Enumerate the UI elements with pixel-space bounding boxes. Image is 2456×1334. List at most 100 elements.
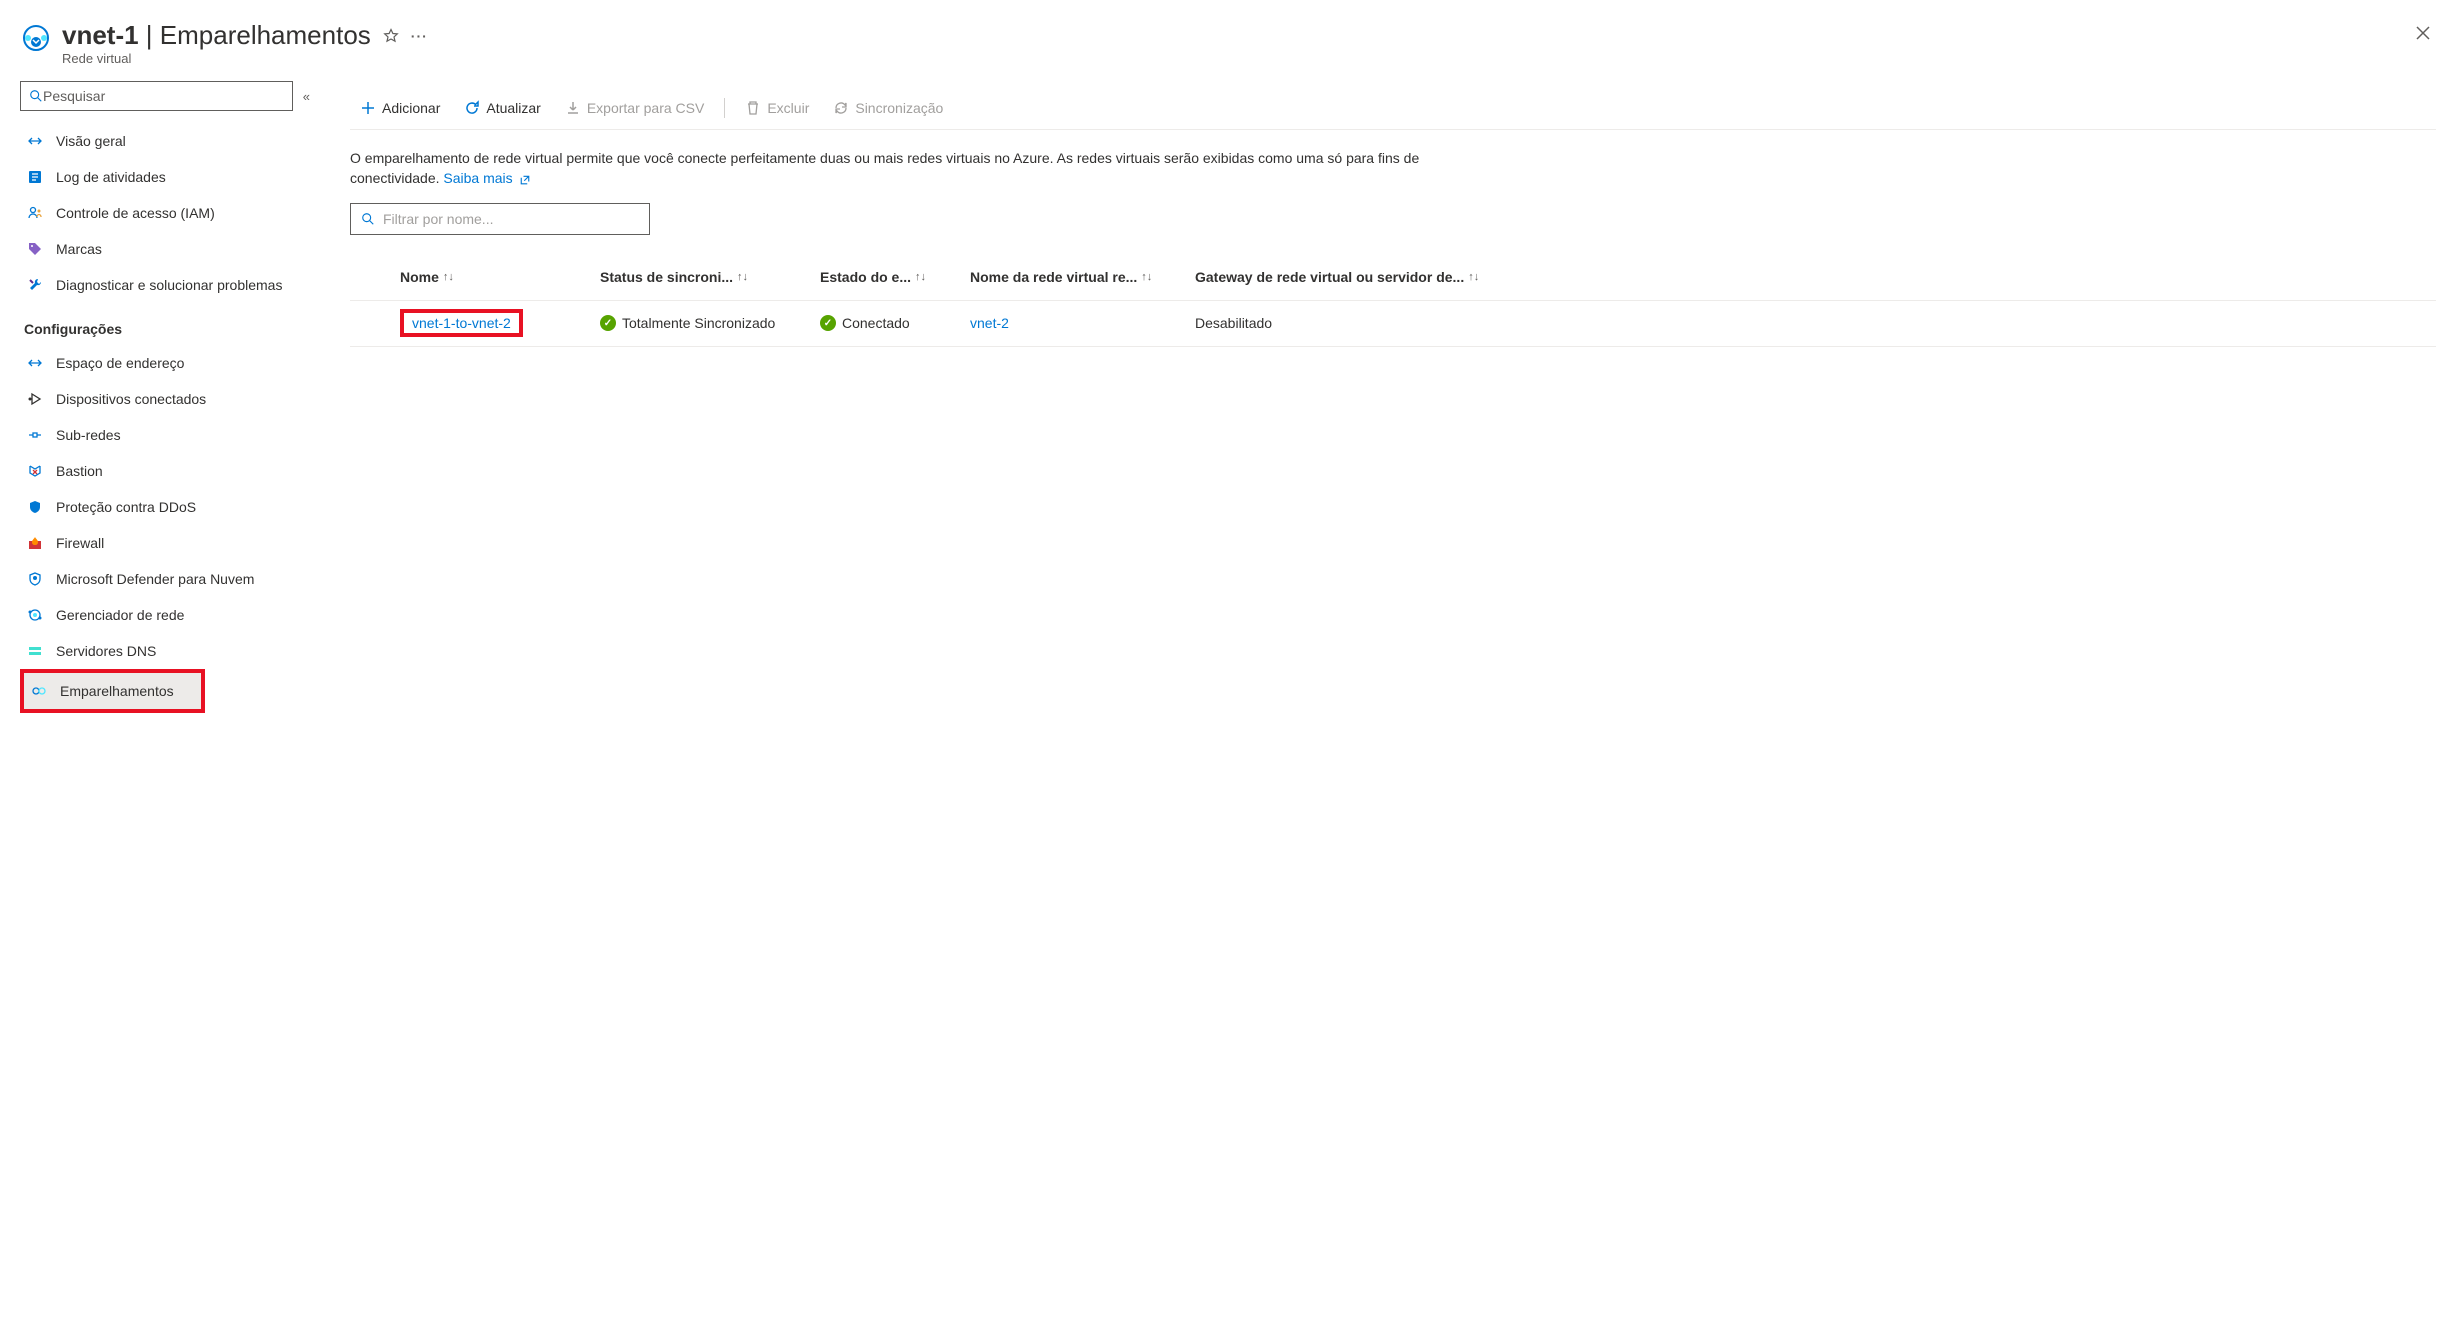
filter-box[interactable] (350, 203, 650, 235)
sort-icon: ↑↓ (1468, 271, 1479, 283)
more-icon[interactable]: ··· (411, 28, 428, 44)
peerings-table: Nome↑↓ Status de sincroni...↑↓ Estado do… (350, 255, 2436, 347)
vnet-icon (26, 132, 44, 150)
sidebar-item-log[interactable]: Log de atividades (20, 159, 310, 195)
page-title: vnet-1 | Emparelhamentos ··· (62, 20, 2410, 51)
download-icon (565, 100, 581, 116)
sidebar-item-label: Sub-redes (56, 427, 121, 443)
sidebar: « Visão geral Log de atividades Controle d… (20, 81, 320, 1334)
sync-label: Sincronização (855, 100, 943, 116)
sidebar-item-bastion[interactable]: Bastion (20, 453, 310, 489)
sidebar-item-label: Dispositivos conectados (56, 391, 206, 407)
trash-icon (745, 100, 761, 116)
refresh-button[interactable]: Atualizar (454, 91, 550, 125)
sort-icon: ↑↓ (443, 271, 454, 283)
learn-more-link[interactable]: Saiba mais (443, 170, 530, 186)
plus-icon (360, 100, 376, 116)
sidebar-item-shield[interactable]: Proteção contra DDoS (20, 489, 310, 525)
defender-icon (26, 570, 44, 588)
sidebar-item-vnet[interactable]: Visão geral (20, 123, 310, 159)
sidebar-item-network-mgr[interactable]: Gerenciador de rede (20, 597, 310, 633)
sync-icon (833, 100, 849, 116)
sidebar-item-label: Visão geral (56, 133, 126, 149)
dns-icon (26, 642, 44, 660)
close-button[interactable] (2410, 20, 2436, 46)
sidebar-item-peerings[interactable]: Emparelhamentos (24, 673, 201, 709)
search-icon (29, 89, 43, 103)
peering-name-link[interactable]: vnet-1-to-vnet-2 (412, 315, 511, 331)
sidebar-section-settings: Configurações (24, 321, 310, 337)
column-name[interactable]: Nome↑↓ (400, 269, 600, 285)
sidebar-item-iam[interactable]: Controle de acesso (IAM) (20, 195, 310, 231)
table-row[interactable]: vnet-1-to-vnet-2 ✓Totalmente Sincronizado… (350, 301, 2436, 347)
devices-icon (26, 390, 44, 408)
sidebar-item-label: Firewall (56, 535, 104, 551)
check-circle-icon: ✓ (600, 315, 616, 331)
sidebar-item-wrench[interactable]: Diagnosticar e solucionar problemas (20, 267, 310, 303)
column-sync-status[interactable]: Status de sincroni...↑↓ (600, 269, 820, 285)
sidebar-item-firewall[interactable]: Firewall (20, 525, 310, 561)
sidebar-item-address[interactable]: Espaço de endereço (20, 345, 310, 381)
sidebar-item-label: Marcas (56, 241, 102, 257)
refresh-icon (464, 100, 480, 116)
sidebar-search[interactable] (20, 81, 293, 111)
address-icon (26, 354, 44, 372)
sidebar-item-label: Servidores DNS (56, 643, 156, 659)
resource-name: vnet-1 (62, 20, 139, 51)
page-header: vnet-1 | Emparelhamentos ··· Rede virtua… (20, 10, 2436, 81)
shield-icon (26, 498, 44, 516)
main-content: Adicionar Atualizar Exportar para CSV Ex… (320, 81, 2436, 1334)
sidebar-item-subnets[interactable]: Sub-redes (20, 417, 310, 453)
network-mgr-icon (26, 606, 44, 624)
add-button[interactable]: Adicionar (350, 91, 450, 125)
vnet-resource-icon (20, 22, 52, 54)
remote-vnet-link[interactable]: vnet-2 (970, 315, 1009, 331)
sidebar-item-label: Proteção contra DDoS (56, 499, 196, 515)
sidebar-item-tag[interactable]: Marcas (20, 231, 310, 267)
iam-icon (26, 204, 44, 222)
export-csv-button[interactable]: Exportar para CSV (555, 91, 715, 125)
table-header-row: Nome↑↓ Status de sincroni...↑↓ Estado do… (350, 255, 2436, 301)
sidebar-item-label: Gerenciador de rede (56, 607, 184, 623)
sidebar-item-defender[interactable]: Microsoft Defender para Nuvem (20, 561, 310, 597)
search-icon (361, 212, 375, 226)
column-state[interactable]: Estado do e...↑↓ (820, 269, 970, 285)
sidebar-item-devices[interactable]: Dispositivos conectados (20, 381, 310, 417)
sort-icon: ↑↓ (1141, 271, 1152, 283)
peering-state: ✓Conectado (820, 315, 970, 331)
filter-input[interactable] (383, 211, 639, 227)
sidebar-item-label: Controle de acesso (IAM) (56, 205, 215, 221)
bastion-icon (26, 462, 44, 480)
sidebar-item-label: Log de atividades (56, 169, 166, 185)
section-name: Emparelhamentos (160, 20, 371, 51)
column-gateway[interactable]: Gateway de rede virtual ou servidor de..… (1195, 269, 2436, 285)
collapse-sidebar-button[interactable]: « (303, 89, 310, 104)
subnets-icon (26, 426, 44, 444)
gateway-cell: Desabilitado (1195, 315, 2436, 331)
toolbar: Adicionar Atualizar Exportar para CSV Ex… (350, 86, 2436, 130)
external-link-icon (519, 174, 531, 186)
sync-button[interactable]: Sincronização (823, 91, 953, 125)
peerings-icon (30, 682, 48, 700)
learn-more-label: Saiba mais (443, 170, 512, 186)
wrench-icon (26, 276, 44, 294)
delete-button[interactable]: Excluir (735, 91, 819, 125)
sidebar-item-dns[interactable]: Servidores DNS (20, 633, 310, 669)
sidebar-item-label: Diagnosticar e solucionar problemas (56, 277, 282, 293)
column-remote-vnet[interactable]: Nome da rede virtual re...↑↓ (970, 269, 1195, 285)
tag-icon (26, 240, 44, 258)
sidebar-item-label: Bastion (56, 463, 103, 479)
star-icon[interactable] (383, 28, 399, 44)
sort-icon: ↑↓ (737, 271, 748, 283)
export-label: Exportar para CSV (587, 100, 705, 116)
sidebar-item-label: Microsoft Defender para Nuvem (56, 571, 254, 587)
log-icon (26, 168, 44, 186)
delete-label: Excluir (767, 100, 809, 116)
description-text: O emparelhamento de rede virtual permite… (350, 148, 1460, 189)
highlight-box: Emparelhamentos (20, 669, 205, 713)
add-label: Adicionar (382, 100, 440, 116)
sidebar-item-label: Emparelhamentos (60, 683, 174, 699)
firewall-icon (26, 534, 44, 552)
sync-status: ✓Totalmente Sincronizado (600, 315, 820, 331)
sidebar-search-input[interactable] (43, 88, 284, 104)
